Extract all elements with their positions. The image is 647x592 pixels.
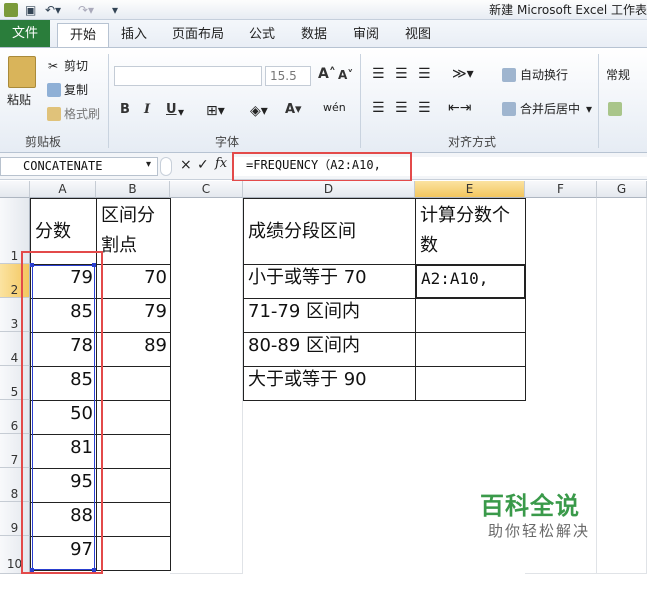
align-center-icon[interactable]: ☰ [395, 100, 408, 116]
underline-button[interactable]: U [166, 102, 177, 117]
cell-e5[interactable] [415, 366, 526, 401]
cut-icon[interactable]: ✂ [48, 58, 58, 74]
tab-formulas[interactable]: 公式 [246, 23, 278, 47]
cell-b7[interactable] [96, 434, 171, 469]
align-middle-icon[interactable]: ☰ [395, 66, 408, 82]
tab-insert[interactable]: 插入 [118, 23, 150, 47]
separator [360, 54, 361, 148]
copy-button[interactable]: 复制 [64, 82, 88, 98]
window-title: 新建 Microsoft Excel 工作表 [489, 3, 647, 17]
cut-button[interactable]: 剪切 [64, 58, 88, 74]
tab-review[interactable]: 审阅 [350, 23, 382, 47]
ribbon: 粘贴 ✂ 剪切 复制 格式刷 剪贴板 15.5 A˄ A˅ B I U ▾ ⊞▾… [0, 47, 647, 153]
separator [108, 54, 109, 148]
shrink-font-icon[interactable]: A˅ [338, 68, 353, 82]
tab-data[interactable]: 数据 [298, 23, 330, 47]
font-name-box[interactable] [114, 66, 262, 86]
cell-b9[interactable] [96, 502, 171, 537]
indent-icon[interactable]: ⇤⇥ [448, 100, 471, 116]
tab-page-layout[interactable]: 页面布局 [170, 23, 226, 47]
formula-highlight-box [232, 152, 412, 182]
cell-b1[interactable]: 区间分割点 [96, 198, 171, 265]
column-header-f[interactable]: F [525, 181, 597, 198]
align-right-icon[interactable]: ☰ [418, 100, 431, 116]
grow-font-icon[interactable]: A˄ [318, 66, 336, 82]
tab-file[interactable]: 文件 [0, 20, 50, 47]
cell-d1[interactable]: 成绩分段区间 [243, 198, 416, 265]
cell-b2[interactable]: 70 [96, 264, 171, 299]
column-header-b[interactable]: B [96, 181, 170, 198]
font-size-box[interactable]: 15.5 [265, 66, 311, 86]
watermark-title: 百科全说 [480, 492, 580, 520]
column-header-a[interactable]: A [30, 181, 96, 198]
cell-d3[interactable]: 71-79 区间内 [243, 298, 416, 333]
customize-qat-icon[interactable]: ▾ [112, 2, 118, 18]
borders-icon[interactable]: ⊞▾ [206, 103, 225, 119]
format-painter-icon[interactable] [47, 107, 61, 121]
format-painter-button[interactable]: 格式刷 [64, 106, 100, 122]
insert-function-icon[interactable]: fx [215, 156, 227, 171]
phonetic-icon[interactable]: wén [323, 100, 346, 116]
column-header-e[interactable]: E [415, 181, 525, 198]
clipboard-group-label: 剪贴板 [25, 135, 62, 149]
fill-color-icon[interactable]: ◈▾ [250, 103, 268, 119]
cell-b4[interactable]: 89 [96, 332, 171, 367]
column-header-g[interactable]: G [597, 181, 647, 198]
font-color-icon[interactable]: A▾ [285, 102, 302, 117]
bold-button[interactable]: B [120, 102, 130, 117]
save-icon[interactable]: ▣ [25, 2, 36, 18]
cell-b6[interactable] [96, 400, 171, 435]
cell-b8[interactable] [96, 468, 171, 503]
cell-e2-editing[interactable]: A2:A10, [415, 264, 526, 299]
name-box[interactable]: CONCATENATE [0, 157, 158, 176]
font-group-label: 字体 [215, 135, 240, 149]
underline-dropdown-icon[interactable]: ▾ [178, 104, 184, 120]
separator [598, 54, 599, 148]
cell-d4[interactable]: 80-89 区间内 [243, 332, 416, 367]
italic-button[interactable]: I [144, 102, 150, 117]
cell-e1[interactable]: 计算分数个数 [415, 198, 526, 265]
redo-icon[interactable]: ↷▾ [78, 2, 94, 18]
alignment-group-label: 对齐方式 [448, 135, 497, 149]
align-top-icon[interactable]: ☰ [372, 66, 385, 82]
tab-home[interactable]: 开始 [57, 23, 109, 48]
ribbon-tabs: 文件 开始 插入 页面布局 公式 数据 审阅 视图 [0, 20, 647, 48]
enter-icon[interactable]: ✓ [197, 157, 209, 173]
select-all-corner[interactable] [0, 181, 30, 198]
column-g-empty[interactable] [597, 198, 647, 574]
accounting-format-icon[interactable] [608, 102, 622, 116]
data-highlight-box [21, 251, 103, 574]
cancel-icon[interactable]: × [180, 157, 192, 173]
align-left-icon[interactable]: ☰ [372, 100, 385, 116]
excel-logo-icon [4, 3, 18, 17]
merge-dropdown-icon[interactable]: ▾ [586, 101, 592, 117]
watermark-subtitle: 助你轻松解决 [488, 522, 591, 540]
cell-d5[interactable]: 大于或等于 90 [243, 366, 416, 401]
cell-b5[interactable] [96, 366, 171, 401]
cell-b10[interactable] [96, 536, 171, 571]
column-c-empty[interactable] [170, 198, 243, 574]
merge-center-icon[interactable] [502, 102, 516, 116]
wrap-text-icon[interactable] [502, 68, 516, 82]
name-box-dropdown-icon[interactable]: ▾ [146, 159, 151, 170]
number-format-box[interactable]: 常规 [606, 67, 630, 83]
cell-b3[interactable]: 79 [96, 298, 171, 333]
paste-button[interactable]: 粘贴 [7, 92, 31, 108]
cell-d2[interactable]: 小于或等于 70 [243, 264, 416, 299]
merge-center-button[interactable]: 合并后居中 [520, 101, 580, 117]
copy-icon[interactable] [47, 83, 61, 97]
cell-e3[interactable] [415, 298, 526, 333]
orientation-icon[interactable]: ≫▾ [452, 66, 474, 82]
wrap-text-button[interactable]: 自动换行 [520, 67, 568, 83]
column-header-c[interactable]: C [170, 181, 243, 198]
resize-handle[interactable] [160, 157, 172, 176]
column-header-d[interactable]: D [243, 181, 415, 198]
paste-icon[interactable] [8, 56, 36, 88]
cell-e4[interactable] [415, 332, 526, 367]
align-bottom-icon[interactable]: ☰ [418, 66, 431, 82]
undo-icon[interactable]: ↶▾ [45, 2, 61, 18]
title-bar: ▣ ↶▾ ↷▾ ▾ 新建 Microsoft Excel 工作表 [0, 0, 647, 20]
tab-view[interactable]: 视图 [402, 23, 434, 47]
